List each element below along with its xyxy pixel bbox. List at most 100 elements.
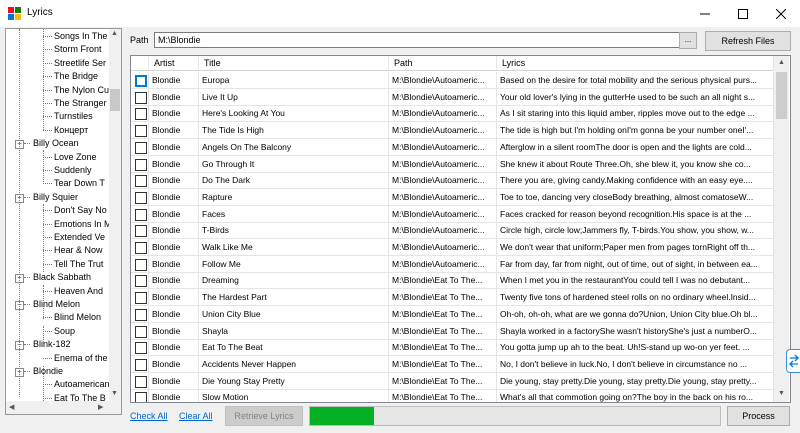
grid-scroll-thumb[interactable]	[776, 72, 787, 119]
tree-vertical-scrollbar[interactable]: ▲ ▼	[109, 29, 121, 401]
table-row[interactable]: Blondie Follow Me M:\Blondie\Autoameric...…	[131, 255, 774, 273]
tree-album-node[interactable]: Heaven And	[54, 285, 103, 298]
tree-album-node[interactable]: Концерт	[54, 124, 88, 137]
scroll-left-icon[interactable]: ◀	[9, 403, 14, 411]
table-row[interactable]: Blondie Union City Blue M:\Blondie\Eat To …	[131, 305, 774, 323]
row-checkbox[interactable]	[135, 342, 147, 355]
process-button[interactable]: Process	[727, 406, 790, 426]
tree-album-node[interactable]: Autoamerican	[54, 378, 110, 391]
tree-album-node[interactable]: Emotions In M	[54, 218, 112, 231]
tree-artist-node[interactable]: Black Sabbath	[33, 271, 91, 284]
table-row[interactable]: Blondie Accidents Never Happen M:\Blondie\…	[131, 355, 774, 373]
tree-artist-node[interactable]: Billy Squier	[33, 191, 78, 204]
row-checkbox[interactable]	[135, 375, 147, 388]
tree-album-node[interactable]: Storm Front	[54, 43, 102, 56]
browse-button[interactable]: ...	[679, 32, 697, 49]
row-checkbox[interactable]	[135, 108, 147, 121]
header-path[interactable]: Path	[389, 56, 497, 71]
app-icon	[8, 7, 21, 20]
tree-artist-node[interactable]: Blind Melon	[33, 298, 80, 311]
row-checkbox[interactable]	[135, 292, 147, 305]
tree-artist-node[interactable]: Blink-182	[33, 338, 71, 351]
table-row[interactable]: Blondie Shayla M:\Blondie\Eat To The... Sha…	[131, 322, 774, 340]
check-all-link[interactable]: Check All	[130, 411, 168, 421]
row-checkbox[interactable]	[135, 75, 147, 87]
scroll-down-icon[interactable]: ▼	[111, 390, 118, 397]
table-row[interactable]: Blondie Do The Dark M:\Blondie\Autoameric.…	[131, 172, 774, 190]
lyrics-grid[interactable]: Artist Title Path Lyrics Blondie Europa M:…	[130, 55, 791, 403]
table-row[interactable]: Blondie Die Young Stay Pretty M:\Blondie\E…	[131, 372, 774, 390]
artist-cell: Blondie	[149, 105, 199, 123]
row-checkbox[interactable]	[135, 125, 147, 138]
table-row[interactable]: Blondie T-Birds M:\Blondie\Autoameric... Ci…	[131, 222, 774, 240]
tree-album-node[interactable]: The Bridge	[54, 70, 98, 83]
path-input[interactable]: M:\Blondie	[154, 32, 680, 48]
tree-artist-node[interactable]: Blondie	[33, 365, 63, 378]
tree-album-node[interactable]: Soup	[54, 325, 75, 338]
table-row[interactable]: Blondie The Tide Is High M:\Blondie\Autoam…	[131, 122, 774, 140]
table-row[interactable]: Blondie Dreaming M:\Blondie\Eat To The... W…	[131, 272, 774, 290]
table-row[interactable]: Blondie Europa M:\Blondie\Autoameric... Bas…	[131, 72, 774, 89]
artist-cell: Blondie	[149, 205, 199, 223]
row-checkbox[interactable]	[135, 141, 147, 154]
minimize-button[interactable]	[686, 0, 724, 27]
tree-scroll-thumb[interactable]	[110, 89, 120, 111]
tree-album-node[interactable]: The Nylon Cu	[54, 84, 109, 97]
tree-album-node[interactable]: Enema of the	[54, 352, 108, 365]
table-row[interactable]: Blondie Rapture M:\Blondie\Autoameric... To…	[131, 188, 774, 206]
tree-album-node[interactable]: Blind Melon	[54, 311, 101, 324]
row-checkbox[interactable]	[135, 191, 147, 204]
tree-album-node[interactable]: Don't Say No	[54, 204, 107, 217]
row-checkbox[interactable]	[135, 158, 147, 171]
table-row[interactable]: Blondie Live It Up M:\Blondie\Autoameric..…	[131, 88, 774, 106]
header-lyrics[interactable]: Lyrics	[497, 56, 774, 71]
window-title: Lyrics	[27, 7, 53, 18]
table-row[interactable]: Blondie Faces M:\Blondie\Autoameric... Face…	[131, 205, 774, 223]
tree-horizontal-scrollbar[interactable]: ◀ ▶	[6, 401, 121, 414]
clear-all-link[interactable]: Clear All	[179, 411, 213, 421]
table-row[interactable]: Blondie Slow Motion M:\Blondie\Eat To The.…	[131, 389, 774, 402]
tree-album-node[interactable]: Tear Down T	[54, 177, 105, 190]
tree-album-node[interactable]: Suddenly	[54, 164, 92, 177]
row-checkbox[interactable]	[135, 392, 147, 402]
row-checkbox[interactable]	[135, 175, 147, 188]
header-title[interactable]: Title	[199, 56, 389, 71]
tree-artist-node[interactable]: Billy Ocean	[33, 137, 79, 150]
row-checkbox[interactable]	[135, 91, 147, 104]
row-checkbox[interactable]	[135, 325, 147, 338]
refresh-files-button[interactable]: Refresh Files	[705, 31, 791, 51]
table-row[interactable]: Blondie Here's Looking At You M:\Blondie\A…	[131, 105, 774, 123]
tree-album-node[interactable]: Hear & Now	[54, 244, 103, 257]
tree-album-node[interactable]: The Stranger	[54, 97, 107, 110]
retrieve-lyrics-button[interactable]: Retrieve Lyrics	[225, 406, 303, 426]
tree-album-node[interactable]: Love Zone	[54, 151, 97, 164]
scroll-right-icon[interactable]: ▶	[98, 403, 103, 411]
side-dock-widget[interactable]	[786, 349, 800, 373]
artist-album-tree[interactable]: Songs In The Storm Front Streetlife Ser The…	[5, 28, 122, 415]
tree-album-node[interactable]: Tell The Trut	[54, 258, 103, 271]
row-checkbox[interactable]	[135, 275, 147, 288]
header-artist[interactable]: Artist	[149, 56, 199, 71]
row-checkbox[interactable]	[135, 258, 147, 271]
table-row[interactable]: Blondie Go Through It M:\Blondie\Autoameri…	[131, 155, 774, 173]
title-cell: Eat To The Beat	[199, 339, 389, 357]
row-checkbox[interactable]	[135, 242, 147, 254]
table-row[interactable]: Blondie Angels On The Balcony M:\Blondie\A…	[131, 138, 774, 156]
tree-album-node[interactable]: Turnstiles	[54, 110, 93, 123]
tree-album-node[interactable]: Streetlife Ser	[54, 57, 106, 70]
table-row[interactable]: Blondie Eat To The Beat M:\Blondie\Eat To …	[131, 339, 774, 357]
scroll-down-icon[interactable]: ▼	[778, 390, 785, 397]
row-checkbox[interactable]	[135, 208, 147, 221]
row-checkbox[interactable]	[135, 308, 147, 321]
maximize-button[interactable]	[724, 0, 762, 27]
table-row[interactable]: Blondie The Hardest Part M:\Blondie\Eat To…	[131, 289, 774, 307]
row-checkbox[interactable]	[135, 358, 147, 371]
scroll-up-icon[interactable]: ▲	[778, 59, 785, 66]
close-button[interactable]	[762, 0, 800, 27]
table-row[interactable]: Blondie Walk Like Me M:\Blondie\Autoameric…	[131, 239, 774, 256]
tree-album-node[interactable]: Extended Ve	[54, 231, 105, 244]
row-checkbox[interactable]	[135, 225, 147, 238]
path-cell: M:\Blondie\Eat To The...	[389, 372, 497, 390]
scroll-up-icon[interactable]: ▲	[111, 30, 118, 37]
tree-album-node[interactable]: Songs In The	[54, 30, 107, 43]
